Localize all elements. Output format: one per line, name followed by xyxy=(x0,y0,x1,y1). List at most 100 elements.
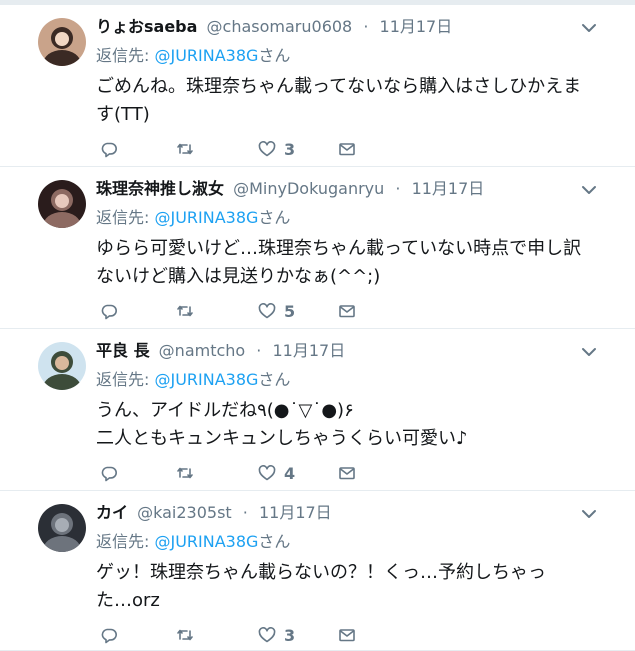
replying-to-label: 返信先: xyxy=(96,46,155,65)
tweet-text: ごめんね。珠理奈ちゃん載ってないなら購入はさしひかえま す(TT) xyxy=(96,73,616,129)
like-count: 3 xyxy=(284,625,296,645)
timestamp[interactable]: 11月17日 xyxy=(272,341,345,360)
avatar[interactable] xyxy=(38,180,86,228)
envelope-icon xyxy=(339,629,355,642)
tweet-header: 平良 長 @namtcho · 11月17日 xyxy=(96,341,345,361)
mention-link[interactable]: @JURINA38G xyxy=(154,370,258,389)
chevron-down-icon[interactable] xyxy=(578,341,600,363)
tweet-header: りょおsaeba @chasomaru0608 · 11月17日 xyxy=(96,17,452,37)
chevron-down-icon[interactable] xyxy=(578,179,600,201)
tweet-text-line: うん、アイドルだね٩(●˙▽˙●)۶ xyxy=(96,400,354,421)
direct-message-button[interactable] xyxy=(338,137,356,161)
like-button[interactable]: 3 xyxy=(258,623,295,647)
reply-icon xyxy=(101,466,117,482)
timestamp[interactable]: 11月17日 xyxy=(380,17,453,36)
action-bar: 5 xyxy=(96,299,396,323)
tweet-text: ゲッ！珠理奈ちゃん載らないの？！くっ…予約しちゃっ た…orz xyxy=(96,559,616,615)
display-name[interactable]: カイ xyxy=(96,503,128,522)
heart-icon xyxy=(258,627,276,643)
reply-icon xyxy=(101,304,117,320)
avatar[interactable] xyxy=(38,18,86,66)
retweet-button[interactable] xyxy=(176,461,194,485)
replying-to-label: 返信先: xyxy=(96,370,155,389)
like-button[interactable]: 5 xyxy=(258,299,295,323)
replying-to-suffix: さん xyxy=(258,46,291,65)
replying-to: 返信先: @JURINA38Gさん xyxy=(96,531,290,553)
avatar[interactable] xyxy=(38,504,86,552)
like-count: 5 xyxy=(284,301,296,321)
like-button[interactable]: 3 xyxy=(258,137,295,161)
reply-icon xyxy=(101,628,117,644)
replying-to-suffix: さん xyxy=(258,208,291,227)
separator-dot: · xyxy=(242,503,248,522)
user-handle[interactable]: @kai2305st xyxy=(137,503,232,522)
tweet-header: カイ @kai2305st · 11月17日 xyxy=(96,503,332,523)
chevron-down-icon[interactable] xyxy=(578,503,600,525)
like-count: 3 xyxy=(284,139,296,159)
like-count: 4 xyxy=(284,463,296,483)
chevron-down-icon[interactable] xyxy=(578,17,600,39)
retweet-button[interactable] xyxy=(176,299,194,323)
reply-icon xyxy=(101,142,117,158)
replying-to-label: 返信先: xyxy=(96,532,155,551)
action-bar: 4 xyxy=(96,461,396,485)
mention-link[interactable]: @JURINA38G xyxy=(154,532,258,551)
tweet-text-line: す(TT) xyxy=(96,104,150,125)
display-name[interactable]: りょおsaeba xyxy=(96,17,197,36)
action-bar: 3 xyxy=(96,623,396,647)
heart-icon xyxy=(258,141,276,157)
display-name[interactable]: 平良 長 xyxy=(96,341,150,360)
separator-dot: · xyxy=(256,341,262,360)
tweet-text-line: ごめんね。珠理奈ちゃん載ってないなら購入はさしひかえま xyxy=(96,76,582,97)
replying-to-suffix: さん xyxy=(258,532,291,551)
reply-timeline: りょおsaeba @chasomaru0608 · 11月17日 返信先: @J… xyxy=(0,5,635,651)
tweet[interactable]: 平良 長 @namtcho · 11月17日 返信先: @JURINA38Gさん… xyxy=(0,329,635,491)
reply-button[interactable] xyxy=(100,623,118,647)
direct-message-button[interactable] xyxy=(338,299,356,323)
envelope-icon xyxy=(339,467,355,480)
heart-icon xyxy=(258,465,276,481)
separator-dot: · xyxy=(363,17,369,36)
tweet-text-line: ないけど購入は見送りかなぁ(^^;) xyxy=(96,266,381,287)
timestamp[interactable]: 11月17日 xyxy=(412,179,485,198)
timestamp[interactable]: 11月17日 xyxy=(259,503,332,522)
direct-message-button[interactable] xyxy=(338,461,356,485)
replying-to: 返信先: @JURINA38Gさん xyxy=(96,45,290,67)
envelope-icon xyxy=(339,305,355,318)
retweet-icon xyxy=(177,143,193,155)
retweet-icon xyxy=(177,629,193,641)
envelope-icon xyxy=(339,143,355,156)
tweet[interactable]: 珠理奈神推し淑女 @MinyDokuganryu · 11月17日 返信先: @… xyxy=(0,167,635,329)
replying-to-label: 返信先: xyxy=(96,208,155,227)
user-handle[interactable]: @namtcho xyxy=(159,341,246,360)
reply-button[interactable] xyxy=(100,137,118,161)
direct-message-button[interactable] xyxy=(338,623,356,647)
retweet-button[interactable] xyxy=(176,137,194,161)
reply-button[interactable] xyxy=(100,461,118,485)
like-button[interactable]: 4 xyxy=(258,461,295,485)
tweet-text: ゆらら可愛いけど…珠理奈ちゃん載っていない時点で申し訳 ないけど購入は見送りかなぁ… xyxy=(96,235,616,291)
tweet[interactable]: カイ @kai2305st · 11月17日 返信先: @JURINA38Gさん… xyxy=(0,491,635,651)
display-name[interactable]: 珠理奈神推し淑女 xyxy=(96,179,224,198)
tweet-text-line: た…orz xyxy=(96,590,160,611)
replying-to: 返信先: @JURINA38Gさん xyxy=(96,207,290,229)
user-handle[interactable]: @MinyDokuganryu xyxy=(233,179,384,198)
mention-link[interactable]: @JURINA38G xyxy=(154,208,258,227)
reply-button[interactable] xyxy=(100,299,118,323)
retweet-icon xyxy=(177,305,193,317)
tweet-text-line: 二人ともキュンキュンしちゃうくらい可愛い♪ xyxy=(96,428,468,449)
mention-link[interactable]: @JURINA38G xyxy=(154,46,258,65)
action-bar: 3 xyxy=(96,137,396,161)
tweet-header: 珠理奈神推し淑女 @MinyDokuganryu · 11月17日 xyxy=(96,179,484,199)
retweet-icon xyxy=(177,467,193,479)
separator-dot: · xyxy=(395,179,401,198)
retweet-button[interactable] xyxy=(176,623,194,647)
replying-to-suffix: さん xyxy=(258,370,291,389)
replying-to: 返信先: @JURINA38Gさん xyxy=(96,369,290,391)
tweet[interactable]: りょおsaeba @chasomaru0608 · 11月17日 返信先: @J… xyxy=(0,5,635,167)
heart-icon xyxy=(258,303,276,319)
user-handle[interactable]: @chasomaru0608 xyxy=(207,17,353,36)
tweet-text: うん、アイドルだね٩(●˙▽˙●)۶ 二人ともキュンキュンしちゃうくらい可愛い♪ xyxy=(96,397,616,453)
avatar[interactable] xyxy=(38,342,86,390)
tweet-text-line: ゲッ！珠理奈ちゃん載らないの？！くっ…予約しちゃっ xyxy=(96,562,546,583)
